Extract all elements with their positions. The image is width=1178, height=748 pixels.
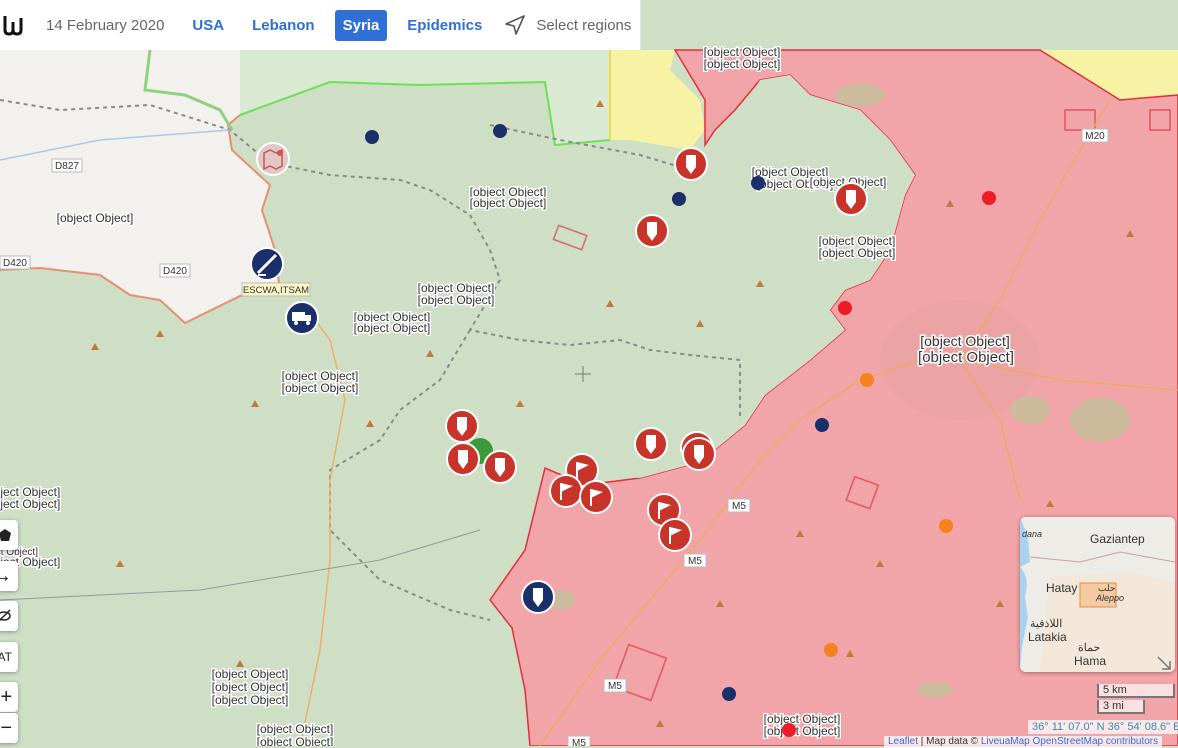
- logo-icon: [3, 16, 23, 36]
- attribution-text: | Map data ©: [918, 736, 981, 747]
- place-label: [object Object]: [212, 667, 289, 681]
- place-label: [object Object]: [470, 196, 547, 210]
- bomb-icon[interactable]: [521, 580, 555, 614]
- road-label: M20: [1085, 131, 1105, 142]
- minimap-label: Hatay: [1046, 581, 1077, 595]
- draw-polygon-button[interactable]: [0, 520, 18, 550]
- place-label: [object Object]: [282, 381, 359, 395]
- map-canvas[interactable]: D827 D420 D420 M20 M5 M5 M5 M5 ESCWA,ITS…: [0, 0, 1178, 746]
- red-dot[interactable]: [982, 191, 996, 205]
- minimap-label: اللاذقية: [1030, 618, 1062, 630]
- bomb-icon[interactable]: [635, 214, 669, 248]
- pentagon-icon: [0, 529, 11, 541]
- satellite-layer-label: AT: [0, 650, 12, 664]
- place-label: [object Object]: [918, 349, 1014, 366]
- place-label: [object Object]: [819, 246, 896, 260]
- flag-icon[interactable]: [579, 480, 613, 514]
- place-label: [object Object]: [704, 57, 781, 71]
- eye-off-icon: [0, 609, 11, 622]
- hide-layer-button[interactable]: [0, 601, 18, 631]
- place-label: [object Object]: [257, 722, 334, 736]
- minimap-canvas: dana Gaziantep Hatay حلب Aleppo اللاذقية…: [1020, 517, 1175, 672]
- liveuamap-logo[interactable]: [2, 10, 30, 40]
- measure-button[interactable]: →: [0, 561, 18, 591]
- plus-icon: +: [0, 685, 12, 708]
- current-date[interactable]: 14 February 2020: [46, 17, 164, 34]
- road-label: M5: [608, 681, 622, 692]
- cursor-coordinates: 36° 11' 07.0" N 36° 54' 08.6" E: [1028, 720, 1178, 734]
- place-label: [object Object]: [354, 321, 431, 335]
- minimap-label: Aleppo: [1095, 593, 1124, 603]
- navigation-arrow-icon: [505, 15, 526, 35]
- place-label: [object Object]: [212, 680, 289, 694]
- orange-dot[interactable]: [824, 643, 838, 657]
- road-label: M5: [572, 738, 586, 746]
- minimap-label: Latakia: [1028, 630, 1067, 644]
- bomb-icon[interactable]: [446, 442, 480, 476]
- flag-icon[interactable]: [658, 518, 692, 552]
- place-label: [object Object]: [0, 497, 60, 511]
- map-pin-icon[interactable]: [256, 142, 290, 176]
- bomb-icon[interactable]: [834, 182, 868, 216]
- bomb-icon[interactable]: [634, 427, 668, 461]
- map-attribution: Leaflet | Map data © LiveuaMap OpenStree…: [884, 736, 1163, 748]
- select-regions-button[interactable]: Select regions: [504, 14, 631, 36]
- top-bar: 14 February 2020 USA Lebanon Syria Epide…: [0, 0, 641, 50]
- bomb-icon[interactable]: [445, 409, 479, 443]
- bomb-icon[interactable]: [674, 147, 708, 181]
- road-label: D827: [55, 161, 79, 172]
- overview-minimap[interactable]: dana Gaziantep Hatay حلب Aleppo اللاذقية…: [1020, 517, 1175, 672]
- place-label: [object Object]: [764, 724, 841, 738]
- zoom-out-button[interactable]: −: [0, 713, 18, 743]
- tab-lebanon[interactable]: Lebanon: [244, 10, 323, 41]
- minimap-label: Gaziantep: [1090, 532, 1145, 546]
- orange-dot[interactable]: [860, 373, 874, 387]
- red-dot[interactable]: [782, 723, 796, 737]
- minimap-label: حلب: [1098, 583, 1115, 593]
- navy-dot[interactable]: [815, 418, 829, 432]
- bomb-icon[interactable]: [682, 437, 716, 471]
- minus-icon: −: [0, 716, 12, 739]
- tab-syria[interactable]: Syria: [334, 9, 388, 41]
- rocket-launcher-icon[interactable]: [250, 247, 284, 281]
- place-label: [object Object]: [257, 735, 334, 746]
- road-label: M5: [732, 501, 746, 512]
- navy-dot[interactable]: [672, 192, 686, 206]
- place-label: [object Object]: [57, 211, 134, 225]
- arrow-right-icon: →: [0, 564, 12, 587]
- leaflet-link[interactable]: Leaflet: [888, 736, 918, 747]
- navy-dot[interactable]: [493, 124, 507, 138]
- tab-usa[interactable]: USA: [184, 10, 232, 41]
- place-label: [object Object]: [920, 333, 1010, 349]
- road-label: D420: [163, 266, 187, 277]
- bomb-icon[interactable]: [483, 450, 517, 484]
- navy-dot[interactable]: [722, 687, 736, 701]
- tab-epidemics[interactable]: Epidemics: [399, 10, 490, 41]
- zoom-in-button[interactable]: +: [0, 682, 18, 712]
- satellite-layer-button[interactable]: AT: [0, 642, 18, 672]
- minimap-label: dana: [1022, 529, 1042, 539]
- truck-icon[interactable]: [285, 301, 319, 335]
- navy-dot[interactable]: [751, 176, 765, 190]
- select-regions-label: Select regions: [536, 16, 632, 34]
- attribution-links[interactable]: LiveuaMap OpenStreetMap contributors: [981, 736, 1158, 747]
- scale-bar-km: 5 km: [1097, 684, 1175, 698]
- minimap-label: Hama: [1074, 654, 1106, 668]
- navy-dot[interactable]: [365, 130, 379, 144]
- orange-dot[interactable]: [939, 519, 953, 533]
- road-label: D420: [3, 258, 27, 269]
- road-label: M5: [688, 556, 702, 567]
- crossing-label: ESCWA,ITSAM: [243, 285, 309, 296]
- scale-bar-mi: 3 mi: [1097, 700, 1145, 714]
- red-dot[interactable]: [838, 301, 852, 315]
- flag-icon[interactable]: [549, 474, 583, 508]
- minimap-label: حماة: [1078, 642, 1100, 654]
- place-label: [object Object]: [212, 693, 289, 707]
- place-label: [object Object]: [418, 293, 495, 307]
